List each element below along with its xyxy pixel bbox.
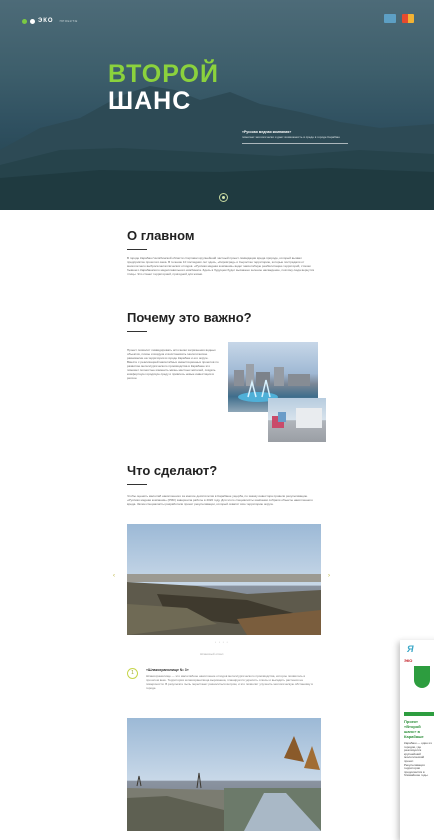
what-heading: Что сделают? bbox=[127, 463, 218, 478]
gallery-prev-button[interactable]: ‹ bbox=[113, 573, 115, 579]
item-number-badge: 1 bbox=[127, 668, 138, 679]
hero-title-line2: ШАНС bbox=[108, 87, 192, 115]
hero-quote-text: помогает экологически и дает возможность… bbox=[242, 135, 340, 139]
hero-title-line1: ВТОРОЙ bbox=[108, 60, 219, 88]
hero-quote-title: «Русская медная компания» bbox=[242, 130, 292, 134]
item-photo-after[interactable] bbox=[224, 718, 321, 831]
partner-badges bbox=[384, 14, 414, 23]
why-rule bbox=[127, 331, 147, 332]
about-rule bbox=[127, 249, 147, 250]
what-text: Чтобы оценить масштаб накопленного за мн… bbox=[127, 494, 313, 506]
hero-quote: «Русская медная компания» помогает эколо… bbox=[242, 130, 348, 144]
scroll-down-button[interactable] bbox=[219, 193, 228, 202]
item-title: «Шлакохранилище № 3» bbox=[146, 668, 189, 672]
logo-dot-icon bbox=[30, 18, 35, 24]
gallery-pagination[interactable]: • • • • bbox=[215, 640, 229, 644]
newspaper-clipping[interactable]: Я ЭКО Проект «Второй шанс» в Карабаше Ка… bbox=[400, 640, 434, 840]
site-logo[interactable]: ЭКО ПРОЕКТЫ bbox=[22, 18, 78, 24]
item-photo-before[interactable] bbox=[127, 718, 224, 831]
newspaper-masthead: Я bbox=[407, 644, 414, 654]
hero-landscape bbox=[0, 86, 434, 210]
hero-quote-rule bbox=[242, 143, 348, 144]
water-channel-icon bbox=[224, 736, 321, 831]
logo-text: ЭКО bbox=[38, 18, 54, 24]
newspaper-red-tag: ЭКО bbox=[404, 658, 413, 663]
construction-scene-icon bbox=[127, 574, 321, 635]
item-text: Шлакохранилище — это масштабное накоплен… bbox=[146, 674, 313, 690]
newspaper-headline: Проект «Второй шанс» в Карабаше bbox=[404, 719, 424, 739]
newspaper-body: Карабаш — один из городов, где реализует… bbox=[404, 741, 432, 778]
partner-badge-icon[interactable] bbox=[384, 14, 396, 23]
logo-dot-icon bbox=[22, 18, 27, 24]
hero-banner: ЭКО ПРОЕКТЫ ВТОРОЙ ШАНС «Русская медная … bbox=[0, 0, 434, 210]
gallery-next-button[interactable]: › bbox=[328, 573, 330, 579]
gallery-photo-construction[interactable] bbox=[127, 524, 321, 635]
why-heading: Почему это важно? bbox=[127, 310, 252, 325]
why-photo-square[interactable] bbox=[268, 398, 326, 442]
partner-badge-icon[interactable] bbox=[402, 14, 414, 23]
shield-icon bbox=[414, 666, 430, 688]
about-text: В городе Карабаш Челябинской области ста… bbox=[127, 256, 315, 276]
logo-subtext: ПРОЕКТЫ bbox=[59, 19, 78, 23]
square-building-icon bbox=[272, 408, 322, 428]
bare-land-icon bbox=[127, 772, 224, 831]
newspaper-green-bar bbox=[404, 712, 434, 716]
why-text: Проект позволит ликвидировать источники … bbox=[127, 348, 219, 380]
what-rule bbox=[127, 484, 147, 485]
gallery-caption: Шлаковый отвал bbox=[200, 652, 224, 656]
about-heading: О главном bbox=[127, 228, 195, 243]
